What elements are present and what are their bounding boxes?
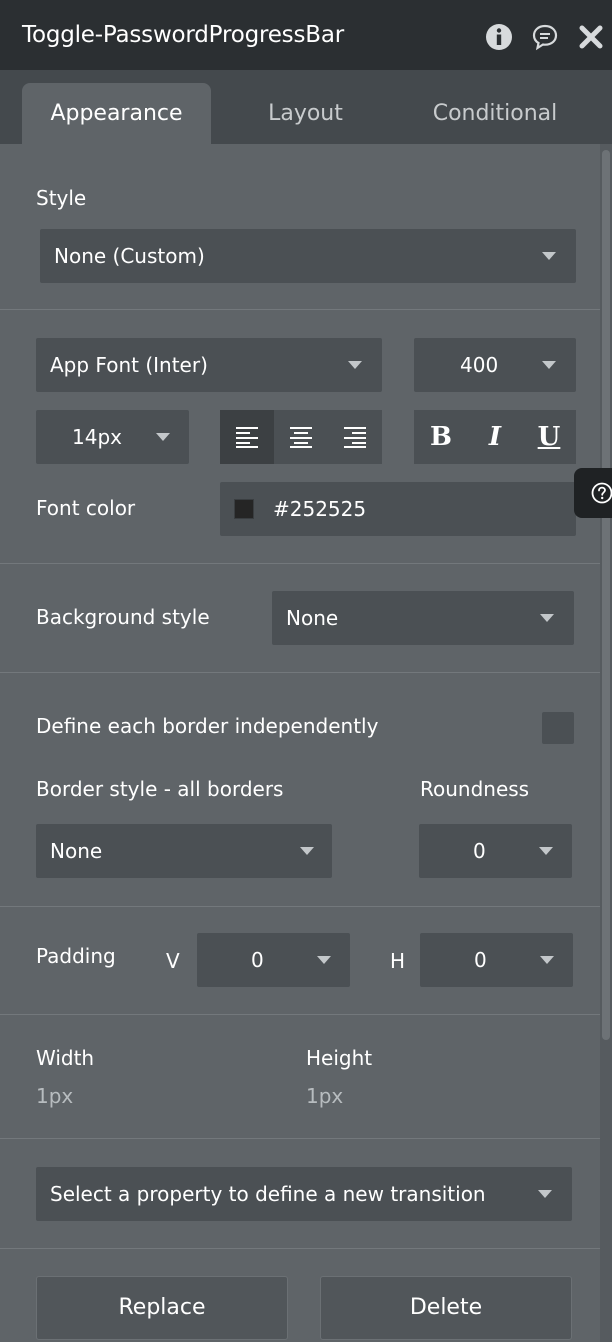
transition-dropdown[interactable]: Select a property to define a new transi… [36,1167,572,1221]
height-label: Height [306,1046,373,1070]
style-label: Style [36,186,87,210]
chevron-down-icon [539,847,553,855]
align-center-button[interactable] [274,410,328,464]
border-style-label: Border style - all borders [36,777,284,801]
chevron-down-icon [542,252,556,260]
align-center-icon [290,427,312,448]
divider [0,906,600,907]
italic-icon: I [488,422,502,452]
help-tab[interactable] [574,468,612,518]
padding-v-label: V [166,949,180,973]
font-color-value: #252525 [273,497,367,521]
tab-bar: Appearance Layout Conditional [0,70,612,144]
border-style-dropdown[interactable]: None [36,824,332,878]
divider [0,1248,600,1249]
divider [0,563,600,564]
underline-button[interactable]: U [522,410,576,464]
divider [0,1138,600,1139]
padding-h-label: H [390,949,406,973]
bold-icon: B [430,422,452,452]
info-icon[interactable] [485,23,513,51]
style-value: None (Custom) [54,244,205,268]
font-size-dropdown[interactable]: 14px [36,410,189,464]
chevron-down-icon [300,847,314,855]
font-family-dropdown[interactable]: App Font (Inter) [36,338,382,392]
align-left-icon [236,427,258,448]
chevron-down-icon [156,433,170,441]
text-align-group [220,410,382,464]
font-color-label: Font color [36,496,136,520]
roundness-dropdown[interactable]: 0 [419,824,572,878]
align-left-button[interactable] [220,410,274,464]
chevron-down-icon [542,361,556,369]
close-icon[interactable] [577,23,605,51]
roundness-value: 0 [473,839,486,863]
chevron-down-icon [540,614,554,622]
panel-header: Toggle-PasswordProgressBar [0,0,612,70]
panel-title: Toggle-PasswordProgressBar [22,22,344,48]
padding-v-value: 0 [251,948,264,972]
delete-button[interactable]: Delete [320,1276,572,1340]
background-style-label: Background style [36,605,210,629]
replace-button[interactable]: Replace [36,1276,288,1340]
divider [0,1014,600,1015]
divider [0,672,600,673]
chevron-down-icon [348,361,362,369]
transition-placeholder: Select a property to define a new transi… [50,1182,486,1206]
padding-v-dropdown[interactable]: 0 [197,933,350,987]
bold-button[interactable]: B [414,410,468,464]
padding-h-value: 0 [474,948,487,972]
underline-icon: U [537,422,561,452]
divider [0,309,600,310]
align-right-button[interactable] [328,410,382,464]
background-style-dropdown[interactable]: None [272,591,574,645]
font-weight-dropdown[interactable]: 400 [414,338,576,392]
padding-h-dropdown[interactable]: 0 [420,933,573,987]
align-right-icon [344,427,366,448]
tab-conditional[interactable]: Conditional [400,83,590,144]
help-icon [591,482,612,504]
roundness-label: Roundness [420,777,530,801]
tab-appearance[interactable]: Appearance [22,83,211,144]
padding-label: Padding [36,944,116,968]
define-borders-checkbox[interactable] [542,712,574,744]
italic-button[interactable]: I [468,410,522,464]
tab-layout[interactable]: Layout [211,83,400,144]
chevron-down-icon [317,956,331,964]
text-format-group: B I U [414,410,576,464]
comment-icon[interactable] [531,23,559,51]
font-weight-value: 400 [460,353,499,377]
font-family-value: App Font (Inter) [50,353,208,377]
font-size-value: 14px [72,425,122,449]
scrollbar-thumb[interactable] [602,150,610,1040]
style-dropdown[interactable]: None (Custom) [40,229,576,283]
define-borders-label: Define each border independently [36,714,379,738]
font-color-picker[interactable]: #252525 [220,482,576,536]
background-style-value: None [286,606,339,630]
chevron-down-icon [538,1190,552,1198]
height-value: 1px [306,1084,344,1108]
width-value: 1px [36,1084,74,1108]
width-label: Width [36,1046,95,1070]
color-swatch [234,499,254,519]
chevron-down-icon [540,956,554,964]
border-style-value: None [50,839,103,863]
